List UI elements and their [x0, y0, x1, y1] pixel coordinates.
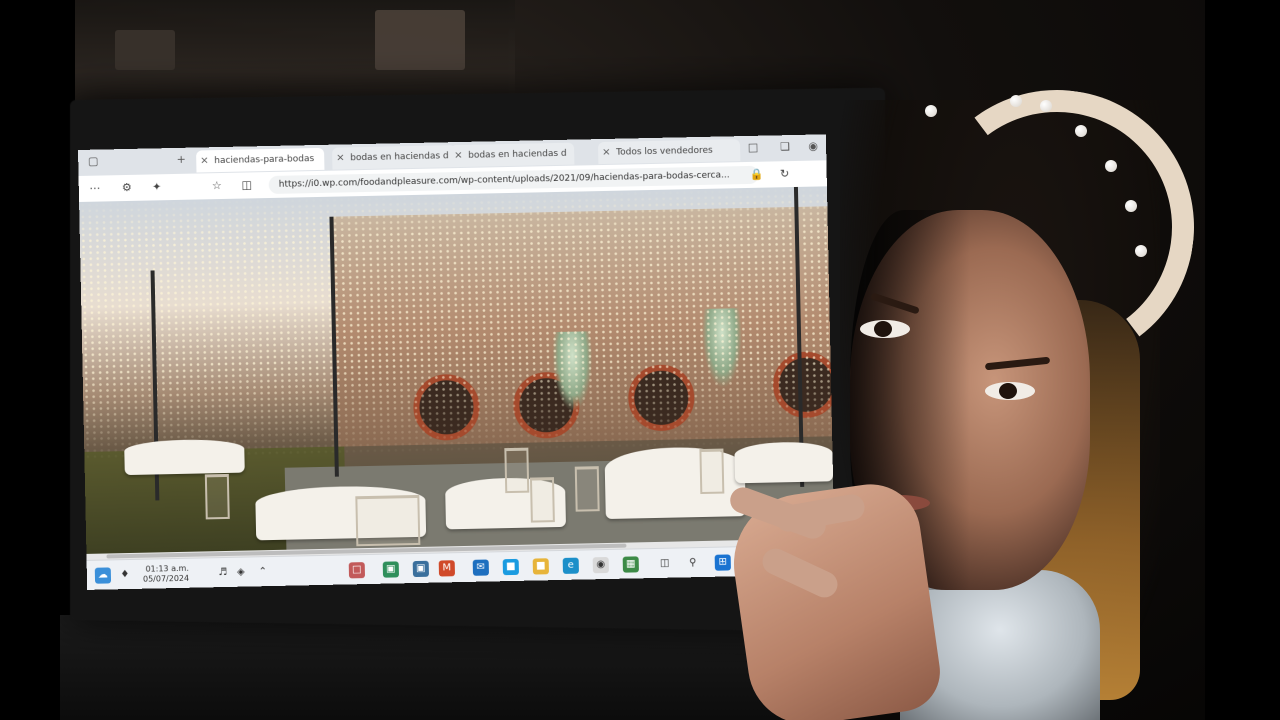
- banquet-table: [124, 438, 245, 476]
- edge-icon[interactable]: e: [562, 557, 579, 574]
- mail-icon[interactable]: ✉: [472, 559, 490, 576]
- chiavari-chair: [529, 477, 555, 523]
- pearl: [1040, 100, 1052, 112]
- pearl: [1125, 200, 1137, 212]
- photos-icon[interactable]: ▣: [382, 561, 400, 578]
- explorer-icon[interactable]: ■: [532, 558, 549, 575]
- chiavari-chair: [204, 473, 230, 520]
- taskbar-clock[interactable]: 01:13 a.m. 05/07/2024: [143, 564, 190, 585]
- string-lights: [79, 186, 833, 462]
- tab-label: Todos los vendedores: [616, 145, 713, 158]
- collections-icon[interactable]: □: [746, 141, 760, 155]
- search-icon[interactable]: ⚲: [685, 555, 701, 571]
- weather-icon[interactable]: ☁: [94, 567, 112, 584]
- laptop-base: [60, 615, 780, 720]
- eye: [985, 382, 1035, 400]
- copilot-icon[interactable]: ✦: [149, 179, 165, 195]
- office-icon[interactable]: M: [438, 560, 456, 577]
- chiavari-chair: [504, 447, 530, 494]
- split-screen-icon[interactable]: ◫: [239, 177, 255, 193]
- tab-label: bodas en haciendas d: [468, 148, 567, 161]
- app-icon[interactable]: ▣: [412, 560, 430, 578]
- tab-active[interactable]: × haciendas-para-bodas: [196, 147, 325, 173]
- letterbox-left: [0, 0, 75, 720]
- close-tab-icon[interactable]: ×: [454, 145, 463, 167]
- eye: [860, 320, 910, 338]
- chrome-icon[interactable]: ◉: [592, 556, 609, 574]
- chiavari-chair: [699, 448, 725, 495]
- lock-icon: 🔒: [749, 167, 764, 181]
- wifi-icon[interactable]: ◈: [233, 565, 249, 581]
- tab-4[interactable]: × Todos los vendedores: [597, 139, 741, 165]
- extensions-icon[interactable]: ⚙: [119, 180, 135, 196]
- chiavari-chair: [574, 466, 600, 512]
- close-tab-icon[interactable]: ×: [200, 150, 209, 172]
- taskview-icon[interactable]: ◫: [657, 556, 673, 572]
- window-icon[interactable]: ❏: [778, 140, 792, 154]
- volume-icon[interactable]: ♬: [215, 565, 231, 581]
- close-tab-icon[interactable]: ×: [602, 142, 611, 164]
- laptop-screen: ▢ + × haciendas-para-bodas × bodas en ha…: [78, 134, 836, 590]
- start-icon[interactable]: ⊞: [714, 554, 731, 571]
- chiavari-chair: [355, 494, 421, 547]
- tab-actions-icon[interactable]: ▢: [86, 155, 100, 169]
- pearl: [925, 105, 937, 117]
- profile-icon[interactable]: ◉: [806, 139, 820, 153]
- pearl: [1135, 245, 1147, 257]
- calculator-icon[interactable]: ▦: [622, 556, 639, 573]
- banquet-table: [734, 441, 834, 484]
- refresh-icon[interactable]: ↻: [776, 166, 792, 182]
- pearl: [1105, 160, 1117, 172]
- store-icon[interactable]: ■: [502, 558, 519, 576]
- favorites-icon[interactable]: ☆: [209, 178, 225, 194]
- tab-2[interactable]: × bodas en haciendas d: [332, 145, 457, 170]
- new-tab-button[interactable]: +: [174, 153, 188, 167]
- letterbox-right: [1205, 0, 1280, 720]
- close-tab-icon[interactable]: ×: [336, 147, 345, 169]
- photo-scene: ▢ + × haciendas-para-bodas × bodas en ha…: [0, 0, 1280, 720]
- tab-label: haciendas-para-bodas: [214, 154, 315, 167]
- venue-photo: [79, 186, 835, 554]
- chevron-up-icon[interactable]: ⌃: [255, 564, 271, 580]
- terminal-icon[interactable]: □: [348, 562, 366, 579]
- tab-3[interactable]: × bodas en haciendas d: [449, 142, 575, 168]
- settings-menu-icon[interactable]: ⋯: [87, 180, 103, 196]
- banquet-table: [604, 446, 746, 520]
- pearl: [1010, 95, 1022, 107]
- tab-label: bodas en haciendas d: [350, 151, 449, 164]
- clock-date: 05/07/2024: [142, 573, 190, 584]
- pearl: [1075, 125, 1087, 137]
- notification-icon[interactable]: ♦: [117, 567, 133, 583]
